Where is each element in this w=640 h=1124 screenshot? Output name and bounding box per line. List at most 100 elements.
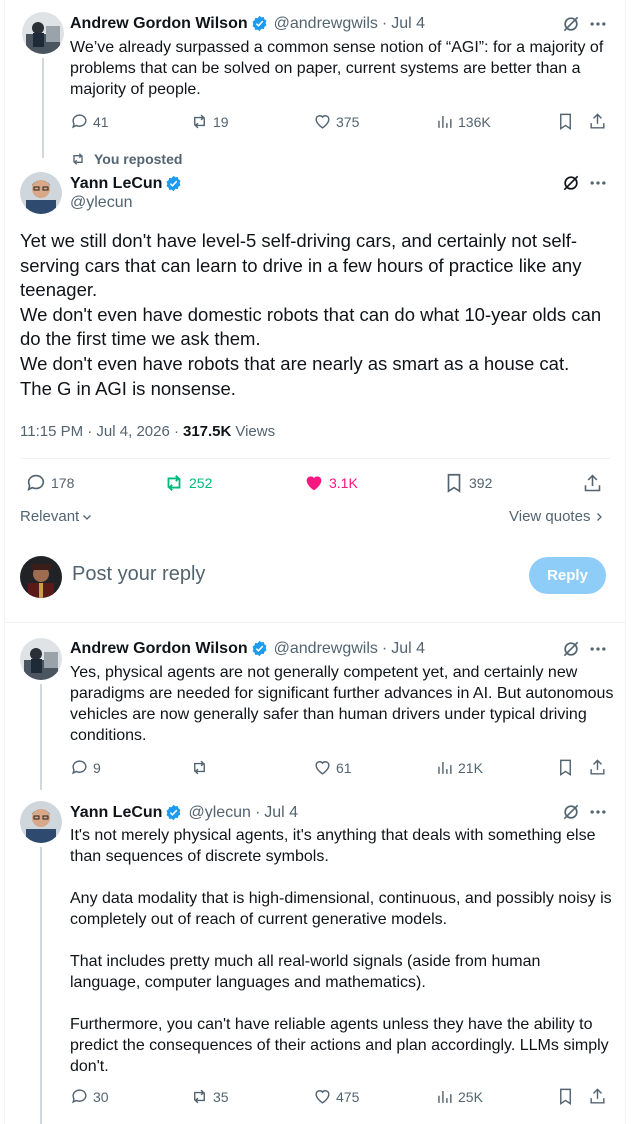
avatar-andrew[interactable] <box>20 638 62 680</box>
share-icon[interactable] <box>588 112 607 131</box>
avatar-yann[interactable] <box>20 172 62 214</box>
repost-button[interactable]: 35 <box>190 1087 229 1106</box>
reply-button[interactable]: 30 <box>70 1087 109 1106</box>
share-icon[interactable] <box>588 758 607 777</box>
reply-button[interactable]: 41 <box>70 112 109 131</box>
thread-line <box>40 847 42 1124</box>
author-name[interactable]: Andrew Gordon Wilson <box>70 15 248 33</box>
repost-icon <box>194 1089 205 1104</box>
reply-submit-button[interactable]: Reply <box>529 557 606 594</box>
repost-count: 252 <box>189 475 213 491</box>
views-count: 21K <box>458 759 483 776</box>
like-count: 475 <box>336 1088 360 1105</box>
divider <box>20 458 610 459</box>
heart-icon <box>315 1090 330 1104</box>
share-icon[interactable] <box>582 473 603 494</box>
views-button[interactable]: 136K <box>435 112 491 131</box>
like-button[interactable]: 375 <box>313 112 359 131</box>
bookmark-icon[interactable] <box>556 112 575 131</box>
repost-button[interactable]: 252 <box>163 472 212 494</box>
verified-badge-icon <box>252 640 267 657</box>
grok-icon[interactable] <box>561 639 581 659</box>
view-quotes-link[interactable]: View quotes <box>509 508 605 525</box>
repost-icon <box>194 114 205 129</box>
repost-count: 19 <box>213 113 229 130</box>
reply-button[interactable]: 9 <box>70 758 101 777</box>
author-name[interactable]: Yann LeCun <box>70 175 162 193</box>
verified-badge-icon <box>166 804 181 821</box>
view-quotes-label: View quotes <box>509 508 591 525</box>
author-name[interactable]: Andrew Gordon Wilson <box>70 640 248 658</box>
bookmark-icon <box>447 473 461 493</box>
grok-icon[interactable] <box>561 802 581 822</box>
post-timestamp[interactable]: 11:15 PM · Jul 4, 2026 · <box>20 423 179 440</box>
like-button[interactable]: 475 <box>313 1087 359 1106</box>
reply-icon <box>72 114 87 129</box>
reply-input[interactable]: Post your reply <box>72 563 205 586</box>
grok-icon[interactable] <box>561 173 581 193</box>
heart-icon <box>315 761 330 775</box>
main-post-line: We don't even have robots that are nearl… <box>20 352 570 374</box>
repost-banner: You reposted <box>70 151 182 167</box>
views-button[interactable]: 25K <box>435 1087 483 1106</box>
thread-line <box>42 58 44 158</box>
more-icon[interactable] <box>588 14 608 34</box>
repost-icon <box>167 475 181 491</box>
post-paragraph: Furthermore, you can't have reliable age… <box>70 1016 609 1075</box>
reply-count: 41 <box>93 113 109 130</box>
reply-button[interactable]: 178 <box>25 472 74 494</box>
like-count: 375 <box>336 113 360 130</box>
avatar-yann[interactable] <box>20 801 62 843</box>
reply-icon <box>27 474 45 491</box>
bookmark-count: 392 <box>469 475 493 491</box>
main-post-line: Yet we still don't have level-5 self-dri… <box>20 230 582 301</box>
like-button[interactable]: 3.1K <box>303 472 358 494</box>
post-text: Yes, physical agents are not generally c… <box>70 664 614 744</box>
views-label: Views <box>235 423 276 440</box>
analytics-icon <box>438 761 452 774</box>
avatar-andrew[interactable] <box>22 12 64 54</box>
chevron-down-icon <box>83 514 92 520</box>
thread-line <box>40 684 42 790</box>
post-date[interactable]: Jul 4 <box>264 804 298 822</box>
divider <box>4 622 626 623</box>
author-handle[interactable]: @andrewgwils <box>274 640 378 658</box>
post-paragraph: Any data modality that is high-dimension… <box>70 890 612 928</box>
more-icon[interactable] <box>588 173 608 193</box>
heart-icon <box>315 115 330 129</box>
dot-separator: · <box>381 14 388 32</box>
post-date[interactable]: Jul 4 <box>391 640 425 658</box>
repost-icon <box>73 153 83 165</box>
repost-button[interactable] <box>190 758 209 777</box>
share-icon[interactable] <box>588 1087 607 1106</box>
repost-count: 35 <box>213 1088 229 1105</box>
repost-button[interactable]: 19 <box>190 112 229 131</box>
views-count: 136K <box>458 113 491 130</box>
author-handle[interactable]: @ylecun <box>188 804 251 822</box>
reply-icon <box>72 760 87 775</box>
post-text: We’ve already surpassed a common sense n… <box>70 39 604 98</box>
post-paragraph: That includes pretty much all real-world… <box>70 953 541 991</box>
bookmark-icon[interactable] <box>556 1087 575 1106</box>
post-date[interactable]: Jul 4 <box>391 15 425 33</box>
dot-separator: · <box>381 639 388 657</box>
bookmark-icon[interactable] <box>556 758 575 777</box>
heart-filled-icon <box>306 476 322 491</box>
like-button[interactable]: 61 <box>313 758 352 777</box>
author-name[interactable]: Yann LeCun <box>70 804 162 822</box>
sort-dropdown[interactable]: Relevant <box>20 508 93 525</box>
views-button[interactable]: 21K <box>435 758 483 777</box>
more-icon[interactable] <box>588 639 608 659</box>
like-count: 61 <box>336 759 352 776</box>
bookmark-button[interactable]: 392 <box>443 472 492 494</box>
more-icon[interactable] <box>588 802 608 822</box>
author-handle[interactable]: @ylecun <box>70 194 133 212</box>
author-handle[interactable]: @andrewgwils <box>274 15 378 33</box>
post-text: It's not merely physical agents, it's an… <box>70 825 615 1077</box>
verified-badge-icon <box>166 175 181 192</box>
grok-icon[interactable] <box>561 14 581 34</box>
sort-label: Relevant <box>20 508 80 525</box>
verified-badge-icon <box>252 15 267 32</box>
analytics-icon <box>438 1090 452 1103</box>
main-post-line: We don't even have domestic robots that … <box>20 303 602 350</box>
